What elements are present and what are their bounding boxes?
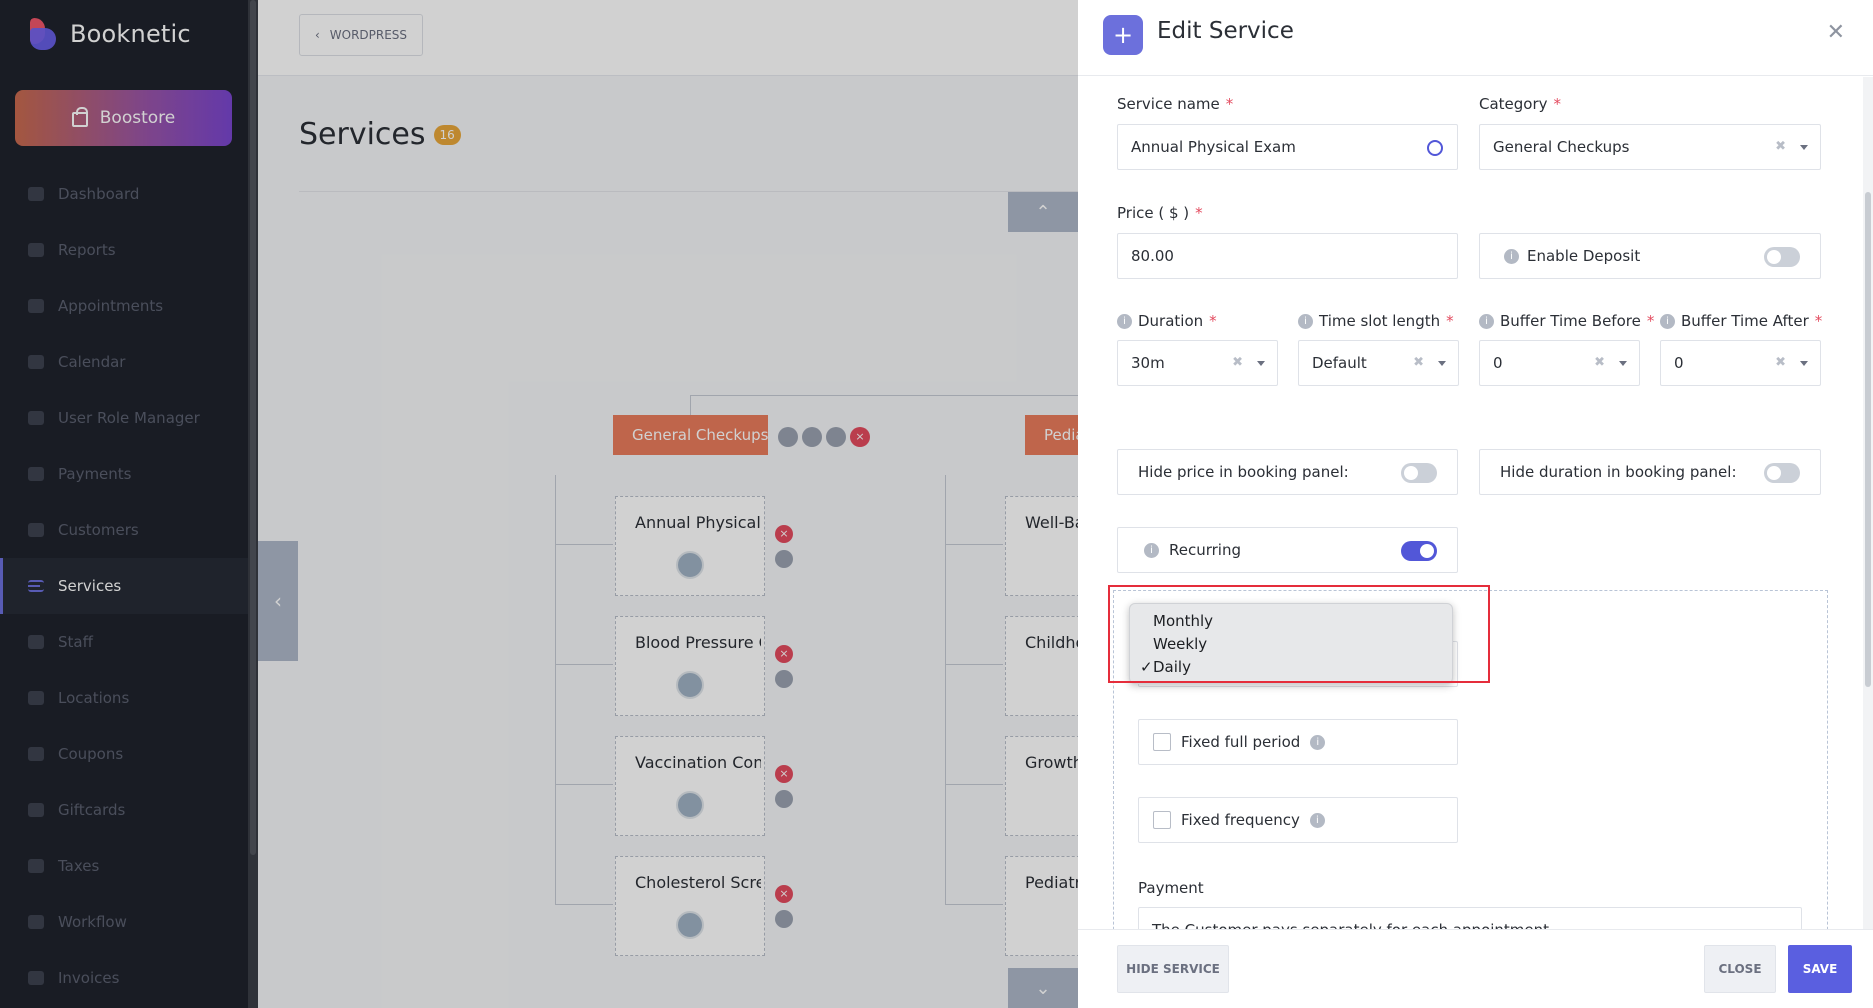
- highlight-box: [1108, 585, 1490, 683]
- chevron-down-icon: [1800, 361, 1808, 366]
- buffer-after-value: 0: [1674, 354, 1684, 372]
- duration-label: i Duration *: [1117, 312, 1217, 330]
- timeslot-select[interactable]: Default ✖: [1298, 340, 1459, 386]
- info-icon: i: [1660, 313, 1675, 329]
- hide-duration-label: Hide duration in booking panel:: [1500, 463, 1737, 481]
- enable-deposit-row: i Enable Deposit: [1479, 233, 1821, 279]
- fixed-frequency-checkbox[interactable]: [1153, 811, 1171, 829]
- panel-footer: HIDE SERVICE CLOSE SAVE: [1078, 929, 1873, 1008]
- panel-body: Service name * Annual Physical Exam Categ…: [1078, 77, 1873, 929]
- info-icon: i: [1144, 542, 1159, 558]
- hide-duration-toggle[interactable]: [1764, 463, 1800, 483]
- info-icon: i: [1479, 313, 1494, 329]
- category-value: General Checkups: [1493, 138, 1630, 156]
- clear-icon[interactable]: ✖: [1413, 355, 1424, 370]
- info-icon: i: [1298, 313, 1313, 329]
- save-button[interactable]: SAVE: [1788, 945, 1852, 993]
- category-select[interactable]: General Checkups ✖: [1479, 124, 1821, 170]
- chevron-down-icon: [1257, 361, 1265, 366]
- buffer-after-label: i Buffer Time After *: [1660, 312, 1822, 330]
- recurring-toggle[interactable]: [1401, 541, 1437, 561]
- chevron-down-icon: [1438, 361, 1446, 366]
- panel-scrollbar[interactable]: [1863, 77, 1873, 929]
- buffer-after-select[interactable]: 0 ✖: [1660, 340, 1821, 386]
- fixed-frequency-label: Fixed frequency: [1181, 811, 1300, 829]
- buffer-before-label: i Buffer Time Before *: [1479, 312, 1654, 330]
- clear-icon[interactable]: ✖: [1594, 355, 1605, 370]
- price-value: 80.00: [1131, 247, 1174, 265]
- clear-icon[interactable]: ✖: [1775, 355, 1786, 370]
- duration-select[interactable]: 30m ✖: [1117, 340, 1278, 386]
- modal-backdrop[interactable]: [0, 0, 1078, 1008]
- panel-header: + Edit Service ✕: [1078, 0, 1873, 76]
- clear-icon[interactable]: ✖: [1232, 355, 1243, 370]
- enable-deposit-toggle[interactable]: [1764, 247, 1800, 267]
- timeslot-label: i Time slot length *: [1298, 312, 1454, 330]
- chevron-down-icon: [1800, 145, 1808, 150]
- payment-value: The Customer pays separately for each ap…: [1152, 921, 1549, 929]
- info-icon: i: [1504, 248, 1519, 264]
- hide-price-label: Hide price in booking panel:: [1138, 463, 1349, 481]
- info-icon: i: [1310, 734, 1326, 750]
- duration-value: 30m: [1131, 354, 1165, 372]
- service-name-value: Annual Physical Exam: [1131, 138, 1296, 156]
- enable-deposit-label: Enable Deposit: [1527, 247, 1641, 265]
- buffer-before-value: 0: [1493, 354, 1503, 372]
- hide-price-toggle[interactable]: [1401, 463, 1437, 483]
- hide-service-button[interactable]: HIDE SERVICE: [1117, 945, 1229, 993]
- fixed-full-period-row: Fixed full period i: [1138, 719, 1458, 765]
- category-label: Category *: [1479, 95, 1562, 113]
- info-icon: i: [1309, 812, 1325, 828]
- buffer-before-select[interactable]: 0 ✖: [1479, 340, 1640, 386]
- hide-price-row: Hide price in booking panel:: [1117, 449, 1458, 495]
- hide-duration-row: Hide duration in booking panel:: [1479, 449, 1821, 495]
- close-button[interactable]: CLOSE: [1704, 945, 1776, 993]
- close-icon[interactable]: ✕: [1827, 20, 1845, 45]
- clear-icon[interactable]: ✖: [1775, 139, 1786, 154]
- recurring-row: i Recurring: [1117, 527, 1458, 573]
- payment-select[interactable]: The Customer pays separately for each ap…: [1138, 907, 1802, 929]
- info-icon: i: [1117, 313, 1132, 329]
- edit-service-panel: + Edit Service ✕ Service name * Annual Ph…: [1078, 0, 1873, 1008]
- fixed-frequency-row: Fixed frequency i: [1138, 797, 1458, 843]
- chevron-down-icon: [1619, 361, 1627, 366]
- service-name-label: Service name *: [1117, 95, 1234, 113]
- service-name-input[interactable]: Annual Physical Exam: [1117, 124, 1458, 170]
- fixed-full-period-checkbox[interactable]: [1153, 733, 1171, 751]
- payment-label: Payment: [1138, 879, 1204, 897]
- recurring-label: Recurring: [1169, 541, 1241, 559]
- globe-icon[interactable]: [1427, 140, 1443, 156]
- price-label: Price ( $ ) *: [1117, 204, 1203, 222]
- timeslot-value: Default: [1312, 354, 1367, 372]
- price-input[interactable]: 80.00: [1117, 233, 1458, 279]
- fixed-full-period-label: Fixed full period: [1181, 733, 1301, 751]
- panel-title: Edit Service: [1157, 18, 1294, 44]
- plus-icon: +: [1103, 15, 1143, 55]
